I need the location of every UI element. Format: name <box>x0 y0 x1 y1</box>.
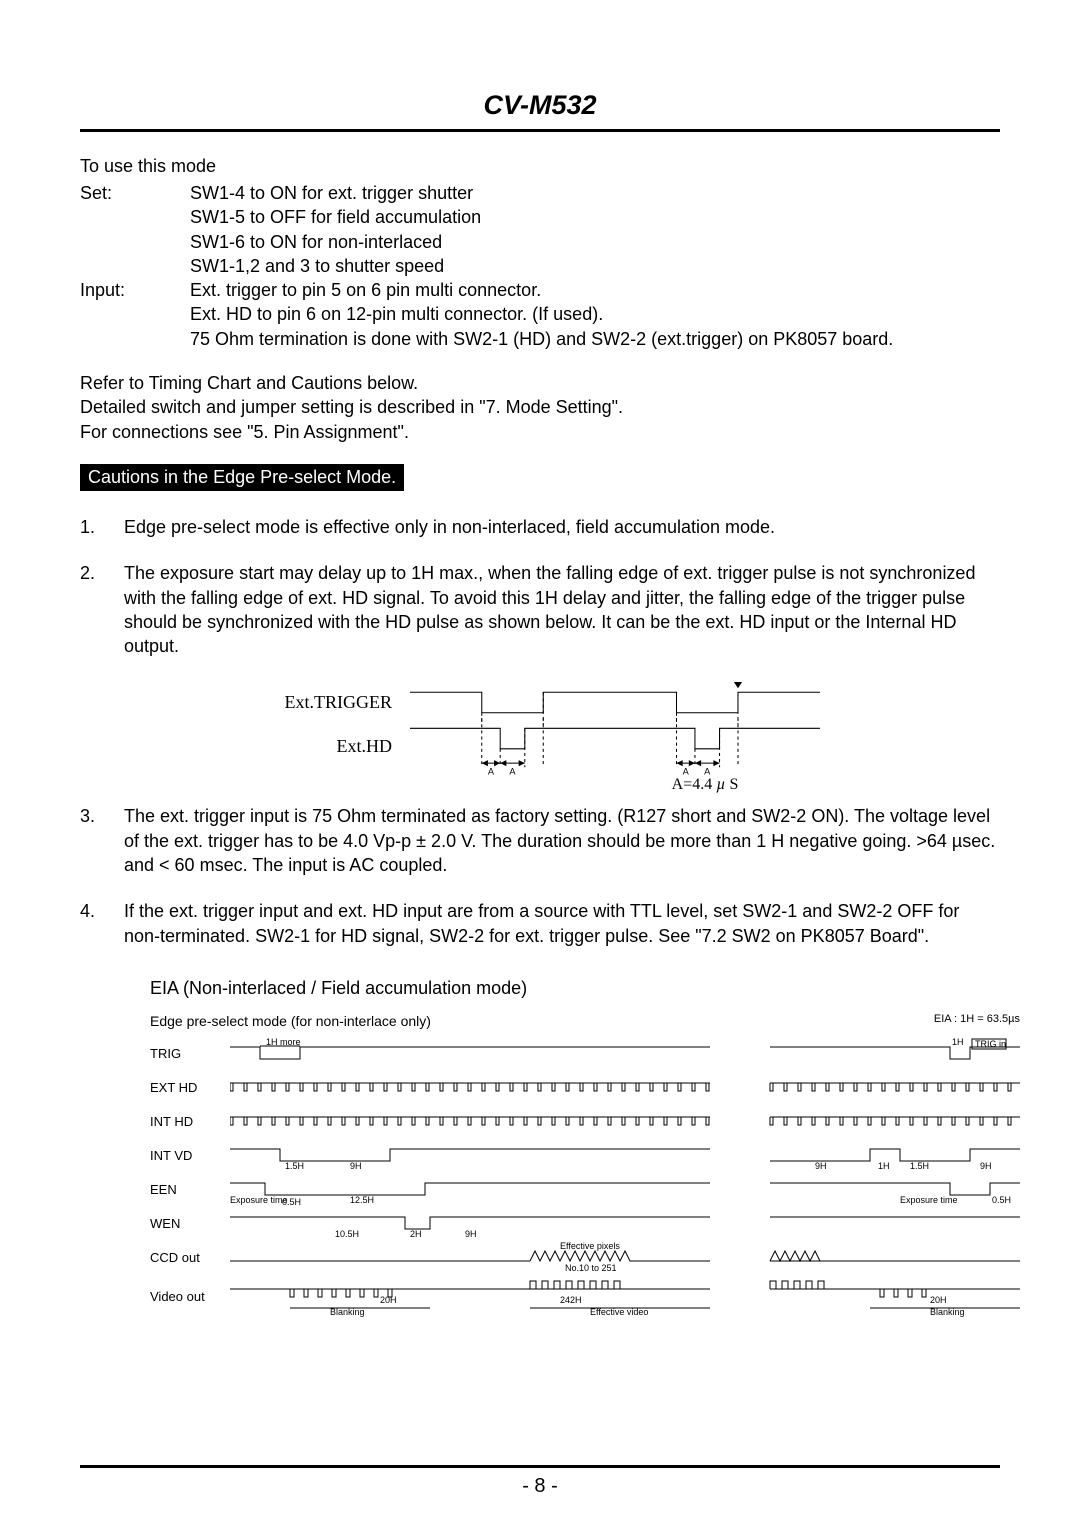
tc-label: CCD out <box>150 1250 230 1265</box>
kv-key: Input: <box>80 278 190 351</box>
td1-hd-wave: A A A A <box>410 716 820 778</box>
tc-label: EEN <box>150 1182 230 1197</box>
a-equation: A=4.4 µ S <box>410 776 1000 794</box>
svg-text:No.10 to 251: No.10 to 251 <box>565 1263 617 1273</box>
tc-exthd-wave <box>230 1071 1020 1105</box>
svg-text:1.5H: 1.5H <box>285 1161 304 1171</box>
td1-hd-label: Ext.HD <box>260 736 410 757</box>
kv-line: SW1-4 to ON for ext. trigger shutter <box>190 181 481 205</box>
svg-text:9H: 9H <box>815 1161 827 1171</box>
svg-text:0.5H: 0.5H <box>992 1195 1011 1205</box>
td1-trigger-label: Ext.TRIGGER <box>260 692 410 713</box>
header: CV-M532 <box>80 90 1000 121</box>
chart-subtitle: Edge pre-select mode (for non-interlace … <box>150 1013 431 1029</box>
caution-text: The exposure start may delay up to 1H ma… <box>124 561 1000 658</box>
a-label: A <box>683 766 690 776</box>
svg-text:9H: 9H <box>350 1161 362 1171</box>
refer-line: For connections see "5. Pin Assignment". <box>80 420 1000 444</box>
cautions-title-box: Cautions in the Edge Pre-select Mode. <box>80 464 404 491</box>
cautions-list: 1. Edge pre-select mode is effective onl… <box>80 515 1000 658</box>
use-mode-heading: To use this mode <box>80 156 1000 177</box>
tc-inthd-wave <box>230 1105 1020 1139</box>
a-label: A <box>704 766 711 776</box>
caution-text: The ext. trigger input is 75 Ohm termina… <box>124 804 1000 877</box>
footer-rule <box>80 1465 1000 1468</box>
caution-item: 1. Edge pre-select mode is effective onl… <box>80 515 1000 539</box>
svg-text:0.5H: 0.5H <box>282 1197 301 1207</box>
tc-wen-wave: 10.5H 2H 9H <box>230 1207 1020 1241</box>
svg-text:20H: 20H <box>380 1295 397 1305</box>
tc-label: INT HD <box>150 1114 230 1129</box>
edge-preselect-timing-chart: TRIG 1H more 1H TRIG in EXT HD INT HD <box>150 1037 1020 1319</box>
tc-row-video: Video out 20H 242H Blanking Effective vi… <box>150 1275 1020 1319</box>
sync-timing-diagram: Ext.TRIGGER Ext.HD A A <box>260 680 820 768</box>
kv-val: Ext. trigger to pin 5 on 6 pin multi con… <box>190 278 893 351</box>
tc-row-wen: WEN 10.5H 2H 9H <box>150 1207 1020 1241</box>
cautions-list-cont: 3. The ext. trigger input is 75 Ohm term… <box>80 804 1000 947</box>
use-mode-table: Set: SW1-4 to ON for ext. trigger shutte… <box>80 181 1000 351</box>
caution-text: Edge pre-select mode is effective only i… <box>124 515 1000 539</box>
tc-intvd-wave: 1.5H 9H 9H 1H 1.5H 9H <box>230 1139 1020 1173</box>
svg-text:2H: 2H <box>410 1229 422 1239</box>
kv-row-set: Set: SW1-4 to ON for ext. trigger shutte… <box>80 181 1000 278</box>
svg-text:1H: 1H <box>878 1161 890 1171</box>
chart-title: EIA (Non-interlaced / Field accumulation… <box>150 978 1000 999</box>
kv-line: 75 Ohm termination is done with SW2-1 (H… <box>190 327 893 351</box>
a-label: A <box>509 766 516 776</box>
tc-row-exthd: EXT HD <box>150 1071 1020 1105</box>
tc-row-een: EEN Exposure time 0.5H 12.5H Exposure ti… <box>150 1173 1020 1207</box>
tc-label: WEN <box>150 1216 230 1231</box>
tc-row-inthd: INT HD <box>150 1105 1020 1139</box>
tc-row-trig: TRIG 1H more 1H TRIG in <box>150 1037 1020 1071</box>
svg-text:1H: 1H <box>952 1037 964 1047</box>
caution-num: 4. <box>80 899 124 948</box>
a-label: A <box>488 766 495 776</box>
svg-text:9H: 9H <box>980 1161 992 1171</box>
kv-line: SW1-5 to OFF for field accumulation <box>190 205 481 229</box>
caution-text: If the ext. trigger input and ext. HD in… <box>124 899 1000 948</box>
svg-text:10.5H: 10.5H <box>335 1229 359 1239</box>
caution-num: 2. <box>80 561 124 658</box>
td1-hd-row: Ext.HD A A A A <box>260 724 820 768</box>
tc-een-wave: Exposure time 0.5H 12.5H Exposure time 0… <box>230 1173 1020 1207</box>
kv-line: Ext. HD to pin 6 on 12-pin multi connect… <box>190 302 893 326</box>
caution-item: 4. If the ext. trigger input and ext. HD… <box>80 899 1000 948</box>
tc-trig-wave: 1H more 1H TRIG in <box>230 1037 1020 1071</box>
svg-text:TRIG in: TRIG in <box>975 1039 1006 1049</box>
svg-text:20H: 20H <box>930 1295 947 1305</box>
caution-item: 2. The exposure start may delay up to 1H… <box>80 561 1000 658</box>
svg-text:242H: 242H <box>560 1295 582 1305</box>
kv-line: SW1-1,2 and 3 to shutter speed <box>190 254 481 278</box>
tc-label: TRIG <box>150 1046 230 1061</box>
tc-row-ccd: CCD out Effective pixels No.10 to 251 <box>150 1241 1020 1275</box>
svg-text:Effective pixels: Effective pixels <box>560 1241 620 1251</box>
refer-block: Refer to Timing Chart and Cautions below… <box>80 371 1000 444</box>
title-rule <box>80 129 1000 132</box>
caution-item: 3. The ext. trigger input is 75 Ohm term… <box>80 804 1000 877</box>
kv-val: SW1-4 to ON for ext. trigger shutter SW1… <box>190 181 481 278</box>
tc-label: EXT HD <box>150 1080 230 1095</box>
kv-line: Ext. trigger to pin 5 on 6 pin multi con… <box>190 278 893 302</box>
tc-label: Video out <box>150 1289 230 1304</box>
chart-eia-note: EIA : 1H = 63.5µs <box>934 1013 1020 1029</box>
svg-text:12.5H: 12.5H <box>350 1195 374 1205</box>
tc-row-intvd: INT VD 1.5H 9H 9H 1H 1.5H 9H <box>150 1139 1020 1173</box>
kv-key: Set: <box>80 181 190 278</box>
tc-label: INT VD <box>150 1148 230 1163</box>
kv-row-input: Input: Ext. trigger to pin 5 on 6 pin mu… <box>80 278 1000 351</box>
refer-line: Detailed switch and jumper setting is de… <box>80 395 1000 419</box>
svg-text:1.5H: 1.5H <box>910 1161 929 1171</box>
model-title: CV-M532 <box>483 90 596 120</box>
chart-sub: Edge pre-select mode (for non-interlace … <box>150 1013 1020 1029</box>
caution-num: 3. <box>80 804 124 877</box>
kv-line: SW1-6 to ON for non-interlaced <box>190 230 481 254</box>
tc-ccd-wave: Effective pixels No.10 to 251 <box>230 1241 1020 1275</box>
page-number: - 8 - <box>0 1475 1080 1498</box>
caution-num: 1. <box>80 515 124 539</box>
refer-line: Refer to Timing Chart and Cautions below… <box>80 371 1000 395</box>
svg-text:Exposure time: Exposure time <box>900 1195 958 1205</box>
tc-video-wave: 20H 242H Blanking Effective video 20H Bl… <box>230 1275 1020 1319</box>
svg-text:9H: 9H <box>465 1229 477 1239</box>
svg-text:Exposure time: Exposure time <box>230 1195 288 1205</box>
